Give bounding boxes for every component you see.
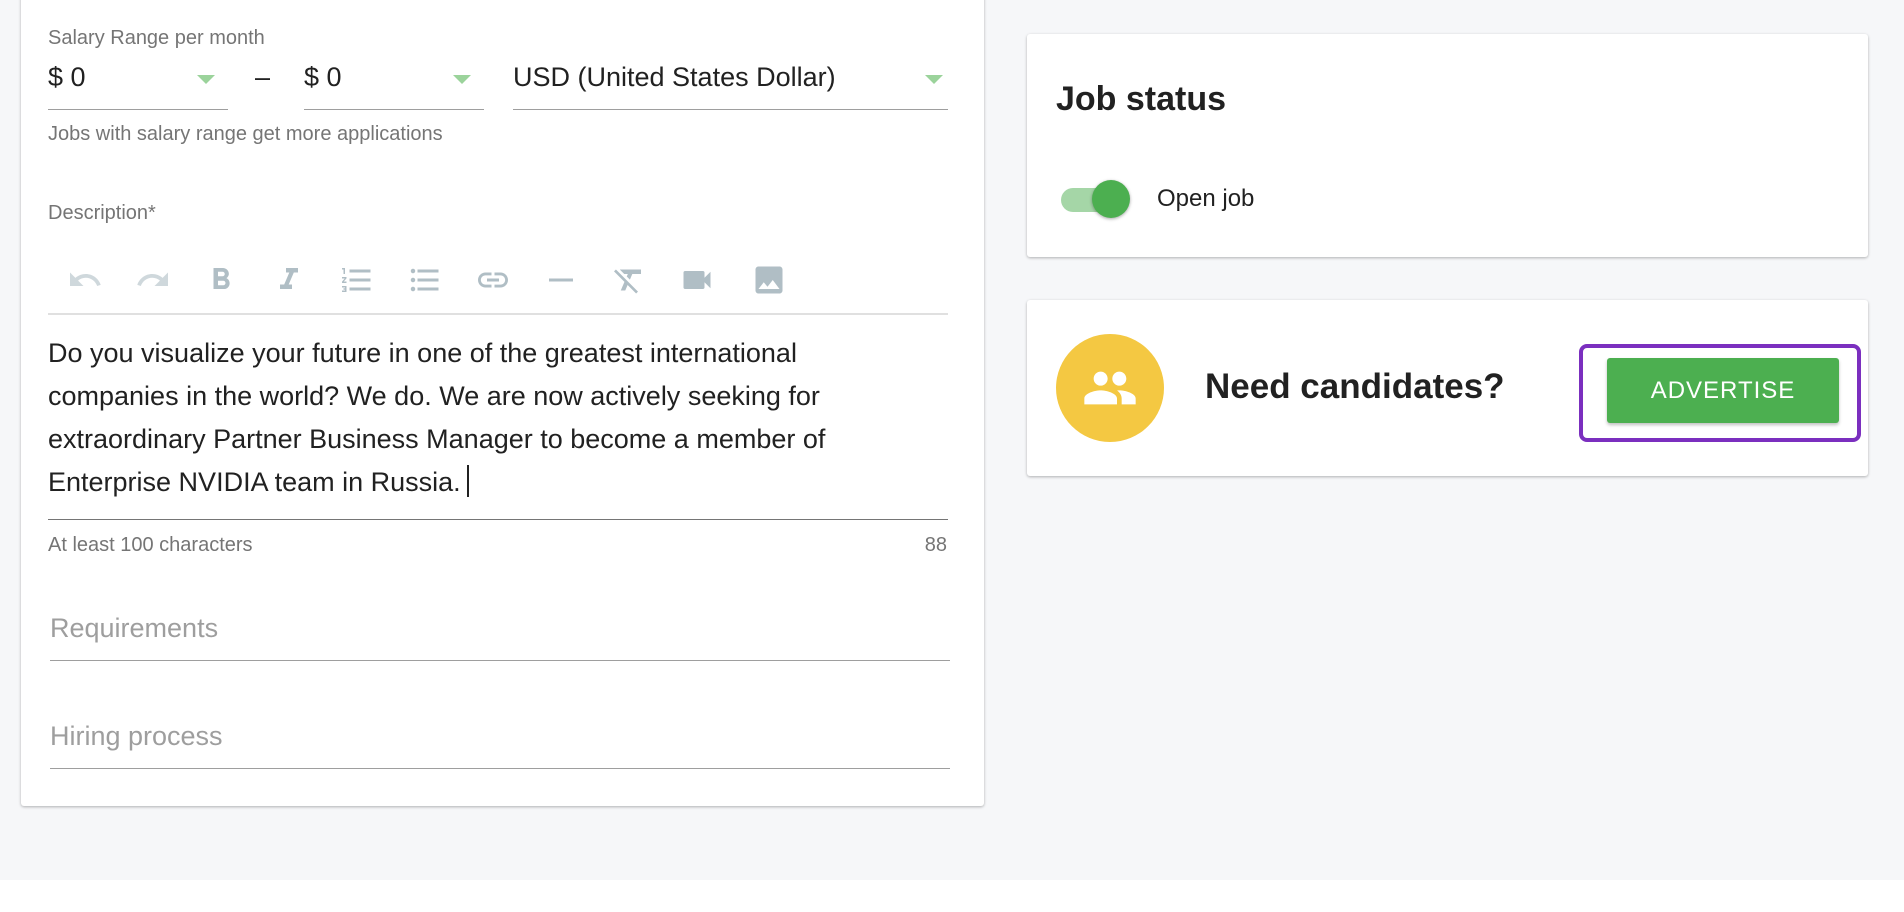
salary-range-label: Salary Range per month xyxy=(48,27,265,49)
job-status-title: Job status xyxy=(1056,80,1227,118)
salary-max-value: $ 0 xyxy=(304,62,342,92)
chevron-down-icon xyxy=(453,75,471,84)
character-count: 88 xyxy=(924,534,947,556)
clear-format-icon[interactable] xyxy=(607,258,651,302)
requirements-underline xyxy=(50,660,950,661)
description-content: Do you visualize your future in one of t… xyxy=(48,338,826,497)
ordered-list-icon[interactable] xyxy=(335,258,379,302)
currency-underline xyxy=(513,109,948,110)
job-status-card xyxy=(1027,34,1868,257)
link-icon[interactable] xyxy=(471,258,515,302)
salary-separator: – xyxy=(255,62,271,92)
toggle-thumb xyxy=(1092,180,1130,218)
hiring-process-underline xyxy=(50,768,950,769)
requirements-placeholder: Requirements xyxy=(50,613,219,643)
salary-min-underline xyxy=(48,109,228,110)
undo-icon[interactable] xyxy=(63,258,107,302)
people-icon xyxy=(1084,371,1136,405)
italic-icon[interactable] xyxy=(267,258,311,302)
description-text: Do you visualize your future in one of t… xyxy=(48,332,928,504)
redo-icon[interactable] xyxy=(131,258,175,302)
description-label: Description* xyxy=(48,202,156,224)
bullet-list-icon[interactable] xyxy=(403,258,447,302)
candidates-avatar xyxy=(1056,334,1164,442)
text-cursor xyxy=(466,465,469,497)
advertise-button[interactable]: ADVERTISE xyxy=(1607,358,1839,423)
horizontal-rule-icon[interactable] xyxy=(539,258,583,302)
chevron-down-icon xyxy=(925,75,943,84)
description-underline xyxy=(48,519,948,520)
salary-hint: Jobs with salary range get more applicat… xyxy=(48,123,443,145)
chevron-down-icon xyxy=(197,75,215,84)
description-hint: At least 100 characters xyxy=(48,534,253,556)
need-candidates-title: Need candidates? xyxy=(1205,367,1505,406)
toolbar-divider xyxy=(48,313,948,315)
currency-value: USD (United States Dollar) xyxy=(513,62,836,92)
video-icon[interactable] xyxy=(675,258,719,302)
salary-min-value: $ 0 xyxy=(48,62,86,92)
bold-icon[interactable] xyxy=(199,258,243,302)
hiring-process-placeholder: Hiring process xyxy=(50,721,223,751)
salary-max-underline xyxy=(304,109,484,110)
image-icon[interactable] xyxy=(747,258,791,302)
open-job-label: Open job xyxy=(1157,185,1255,212)
